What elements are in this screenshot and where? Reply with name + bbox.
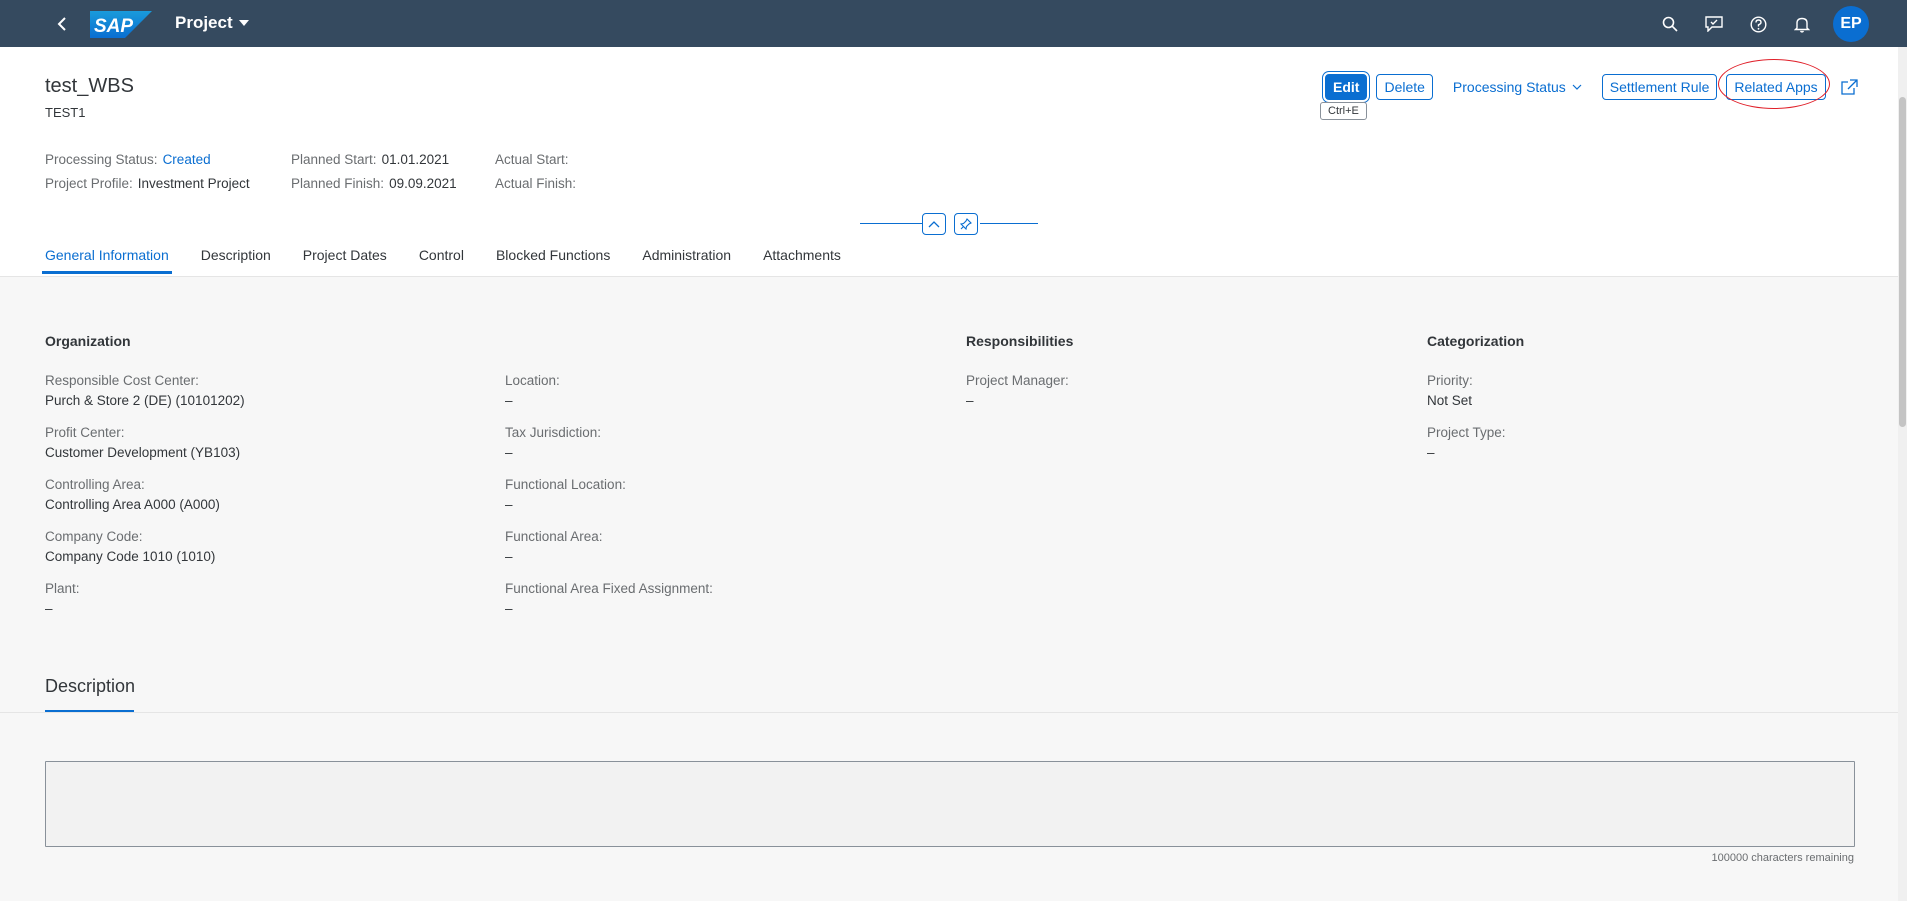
scrollbar-thumb[interactable] [1899,97,1906,427]
chevron-down-icon [1572,84,1582,90]
shell-bar: SAP Project EP [0,0,1907,47]
object-page-header: test_WBS TEST1 Edit Delete Processing St… [0,47,1898,277]
collapse-header-button[interactable] [922,213,946,235]
tab-description[interactable]: Description [201,236,271,274]
project-type-field: Project Type: – [1427,425,1506,460]
functional-location-field: Functional Location: – [505,477,626,512]
collapse-divider-right [980,223,1038,224]
sap-logo[interactable]: SAP [90,11,152,38]
search-icon[interactable] [1657,7,1683,41]
description-divider [0,712,1898,713]
project-profile-attribute: Project Profile: Investment Project [45,176,250,191]
pin-header-button[interactable] [954,213,978,235]
controlling-area-field: Controlling Area: Controlling Area A000 … [45,477,220,512]
processing-status-attribute: Processing Status: Created [45,152,211,167]
tab-general-information[interactable]: General Information [42,236,172,274]
tax-jurisdiction-field: Tax Jurisdiction: – [505,425,602,460]
delete-button[interactable]: Delete [1376,74,1433,100]
pin-icon [960,218,972,230]
priority-field: Priority: Not Set [1427,373,1473,408]
tab-blocked-functions[interactable]: Blocked Functions [496,236,610,274]
notification-bell-icon[interactable] [1789,7,1815,41]
processing-status-menu-button[interactable]: Processing Status [1441,74,1593,100]
tab-control[interactable]: Control [419,236,464,274]
processing-status-link[interactable]: Created [163,152,211,167]
categorization-section-title: Categorization [1427,333,1525,349]
organization-section-title: Organization [45,333,131,349]
shell-actions: EP [1657,6,1869,42]
project-manager-field: Project Manager: – [966,373,1069,408]
share-icon[interactable] [1837,74,1863,100]
chevron-up-icon [928,221,940,228]
planned-start-attribute: Planned Start: 01.01.2021 [291,152,450,167]
attribute-column-planned: Planned Start: 01.01.2021 Planned Finish:… [291,148,457,196]
back-icon[interactable] [50,12,74,36]
help-icon[interactable] [1745,7,1771,41]
actual-finish-attribute: Actual Finish: [495,176,577,191]
responsible-cost-center-field: Responsible Cost Center: Purch & Store 2… [45,373,245,408]
attribute-column-status: Processing Status: Created Project Profil… [45,148,250,196]
description-textarea[interactable] [45,761,1855,847]
tab-administration[interactable]: Administration [642,236,731,274]
edit-shortcut-tooltip: Ctrl+E [1320,102,1367,120]
description-heading-underline [45,710,134,712]
page-scrollbar[interactable] [1898,47,1907,901]
actual-start-attribute: Actual Start: [495,152,569,167]
functional-area-field: Functional Area: – [505,529,603,564]
responsibilities-section-title: Responsibilities [966,333,1074,349]
location-field: Location: – [505,373,560,408]
anchor-bar: General Information Description Project … [42,236,873,274]
processing-status-label: Processing Status [1452,79,1566,95]
object-subtitle: TEST1 [45,105,86,120]
planned-finish-attribute: Planned Finish: 09.09.2021 [291,176,457,191]
highlight-annotation-ellipse [1718,59,1830,109]
user-avatar[interactable]: EP [1833,6,1869,42]
object-title: test_WBS [45,75,134,97]
sap-logo-text: SAP [94,16,133,37]
description-section-heading: Description [45,676,136,696]
app-title-menu[interactable]: Project [175,13,249,33]
caret-down-icon [238,19,249,26]
collapse-divider-left [860,223,930,224]
functional-area-fixed-assignment-field: Functional Area Fixed Assignment: – [505,581,713,616]
company-code-field: Company Code: Company Code 1010 (1010) [45,529,216,564]
feedback-icon[interactable] [1701,7,1727,41]
settlement-rule-button[interactable]: Settlement Rule [1601,74,1718,100]
edit-button[interactable]: Edit [1325,74,1368,100]
character-counter: 100000 characters remaining [1711,852,1854,864]
tab-attachments[interactable]: Attachments [763,236,841,274]
app-title: Project [175,13,233,32]
plant-field: Plant: – [45,581,80,616]
profit-center-field: Profit Center: Customer Development (YB1… [45,425,241,460]
tab-project-dates[interactable]: Project Dates [303,236,387,274]
attribute-column-actual: Actual Start: Actual Finish: [495,148,576,196]
